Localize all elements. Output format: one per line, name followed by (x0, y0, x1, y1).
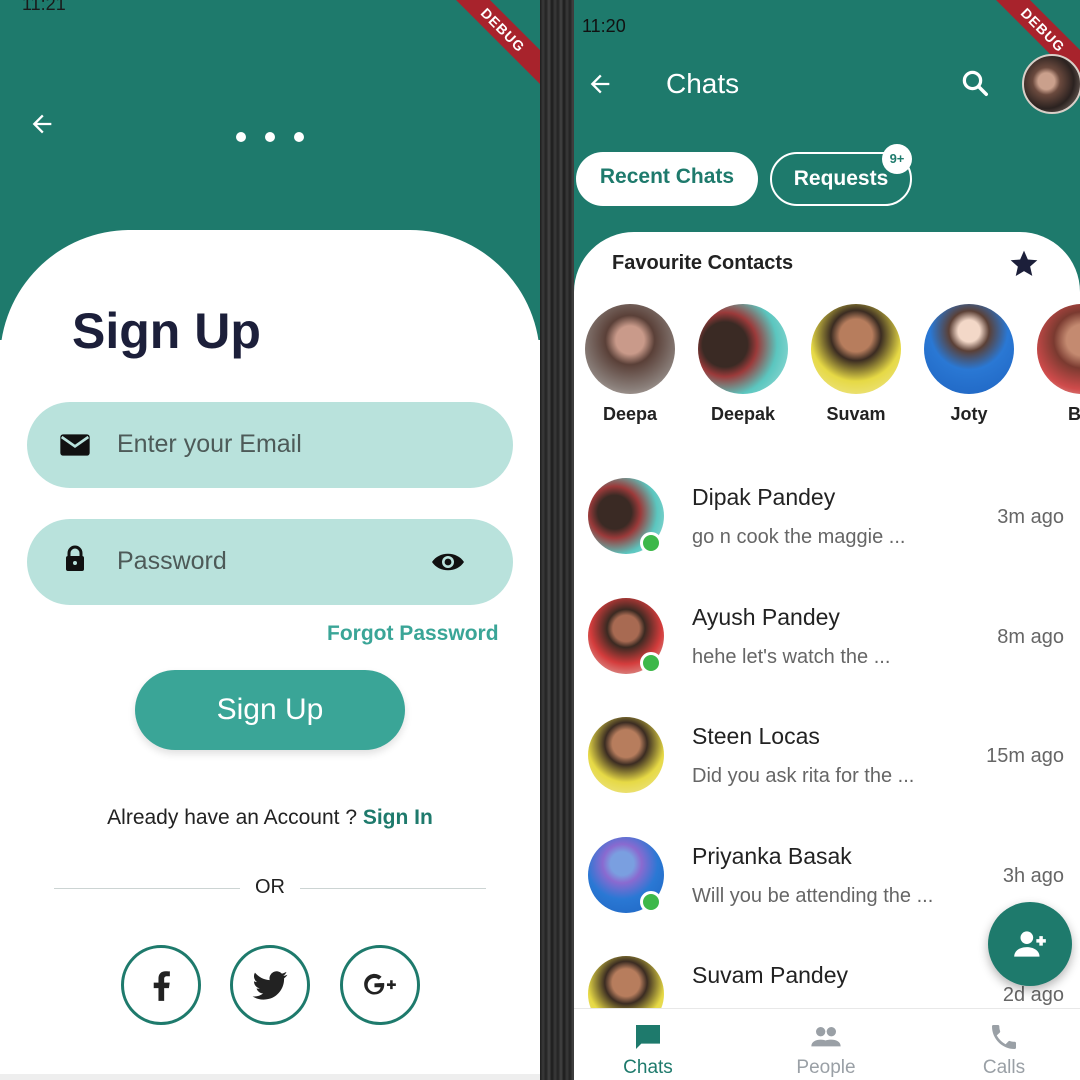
signup-screen: 11:21 DEBUG Sign Up Enter your Email Pas… (0, 0, 540, 1080)
eye-icon[interactable] (431, 547, 465, 577)
already-text: Already have an Account ? (107, 806, 363, 829)
twitter-button[interactable] (230, 945, 310, 1025)
favourite-contact[interactable]: Bal (1036, 304, 1080, 425)
person-add-icon (1014, 931, 1046, 957)
nav-label: Chats (623, 1057, 673, 1078)
system-nav-bar (0, 1074, 540, 1080)
chat-bubble-icon (636, 1025, 660, 1049)
facebook-button[interactable] (121, 945, 201, 1025)
online-indicator (640, 532, 662, 554)
page-title: Sign Up (72, 303, 261, 359)
signin-link[interactable]: Sign In (363, 806, 433, 829)
chat-message: go n cook the maggie ... (692, 526, 906, 548)
chat-message: Did you ask rita for the ... (692, 765, 915, 787)
chat-list-item[interactable]: Dipak Pandey go n cook the maggie ... 3m… (574, 478, 1080, 596)
nav-chats[interactable]: Chats (588, 1021, 708, 1079)
twitter-icon (252, 971, 288, 1000)
email-field[interactable]: Enter your Email (27, 402, 513, 488)
chat-time: 3h ago (1002, 865, 1064, 887)
chat-list-item[interactable]: Steen Locas Did you ask rita for the ...… (574, 717, 1080, 835)
back-arrow-icon[interactable] (28, 110, 56, 138)
signin-prompt: Already have an Account ? Sign In (0, 806, 540, 830)
requests-badge: 9+ (882, 144, 912, 174)
chat-time: 3m ago (997, 506, 1064, 528)
avatar (1037, 304, 1080, 394)
nav-calls[interactable]: Calls (944, 1021, 1064, 1079)
signup-button[interactable]: Sign Up (135, 670, 405, 750)
back-arrow-icon[interactable] (586, 70, 614, 98)
password-placeholder: Password (117, 547, 227, 575)
google-plus-button[interactable] (340, 945, 420, 1025)
chat-name: Priyanka Basak (692, 843, 852, 869)
people-icon (811, 1027, 841, 1047)
password-field[interactable]: Password (27, 519, 513, 605)
search-icon[interactable] (960, 68, 990, 98)
or-divider: OR (54, 876, 486, 902)
chat-name: Dipak Pandey (692, 484, 836, 510)
favourite-contact[interactable]: Suvam (810, 304, 902, 425)
more-dots-icon[interactable] (236, 132, 304, 142)
favourite-contact[interactable]: Deepa (584, 304, 676, 425)
online-indicator (640, 652, 662, 674)
favourite-name: Deepak (710, 404, 776, 424)
google-plus-icon (364, 973, 396, 995)
avatar (811, 304, 901, 394)
add-contact-button[interactable] (988, 902, 1072, 986)
chats-screen: 11:20 DEBUG Chats Recent Chats Requests … (574, 0, 1080, 1080)
chat-time: 8m ago (997, 626, 1064, 648)
chat-name: Suvam Pandey (692, 962, 848, 988)
phone-icon (992, 1025, 1016, 1049)
favourite-contact[interactable]: Deepak (697, 304, 789, 425)
background-divider (540, 0, 574, 1080)
facebook-icon (153, 971, 170, 1001)
tab-recent-chats[interactable]: Recent Chats (576, 152, 758, 206)
favourite-name: Bal (1067, 404, 1080, 424)
forgot-password-link[interactable]: Forgot Password (327, 622, 499, 646)
chat-list-item[interactable]: Ayush Pandey hehe let's watch the ... 8m… (574, 598, 1080, 716)
chat-message: Will you be attending the ... (692, 885, 934, 907)
mail-icon (60, 434, 90, 456)
avatar (924, 304, 1014, 394)
email-placeholder: Enter your Email (117, 430, 302, 458)
chat-time: 2d ago (1002, 984, 1064, 1006)
favourite-contact[interactable]: Joty (923, 304, 1015, 425)
chat-time: 15m ago (986, 745, 1064, 767)
favourite-name: Suvam (826, 404, 886, 424)
nav-label: Calls (982, 1057, 1026, 1078)
page-title: Chats (666, 68, 740, 99)
chat-name: Steen Locas (692, 723, 820, 749)
online-indicator (640, 891, 662, 913)
status-time: 11:21 (22, 0, 66, 14)
nav-label: People (796, 1057, 856, 1078)
bottom-navigation: Chats People Calls (574, 1008, 1080, 1080)
nav-people[interactable]: People (766, 1021, 886, 1079)
chat-name: Ayush Pandey (692, 604, 840, 630)
favourite-name: Joty (950, 404, 988, 424)
chat-message: hehe let's watch the ... (692, 646, 891, 668)
favourite-name: Deepa (602, 404, 658, 424)
avatar (698, 304, 788, 394)
star-icon[interactable] (1008, 248, 1040, 280)
profile-avatar[interactable] (1022, 54, 1080, 114)
favourites-title: Favourite Contacts (612, 252, 794, 274)
status-time: 11:20 (582, 16, 626, 36)
lock-icon (66, 545, 84, 571)
avatar (588, 717, 664, 793)
avatar (585, 304, 675, 394)
